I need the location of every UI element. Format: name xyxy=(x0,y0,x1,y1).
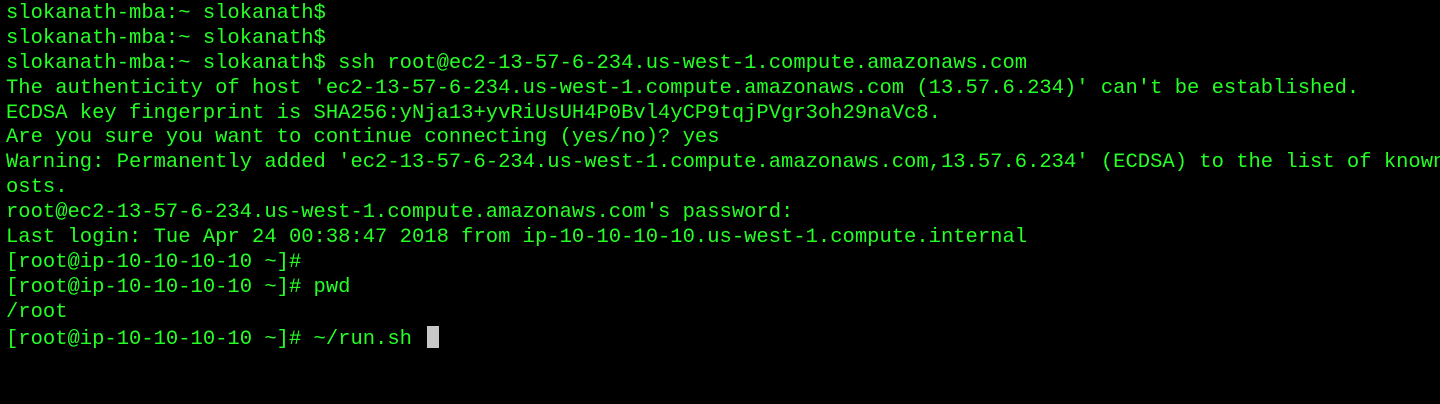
terminal-line: [root@ip-10-10-10-10 ~]# pwd xyxy=(6,275,351,299)
terminal-window[interactable]: slokanath-mba:~ slokanath$ slokanath-mba… xyxy=(0,0,1440,404)
terminal-line: [root@ip-10-10-10-10 ~]# xyxy=(6,250,302,274)
terminal-line: ECDSA key fingerprint is SHA256:yNja13+y… xyxy=(6,101,941,125)
terminal-line: Are you sure you want to continue connec… xyxy=(6,126,720,150)
terminal-current-prompt[interactable]: [root@ip-10-10-10-10 ~]# ~/run.sh xyxy=(6,328,424,351)
terminal-line: slokanath-mba:~ slokanath$ xyxy=(6,26,326,50)
terminal-input-line[interactable]: [root@ip-10-10-10-10 ~]# ~/run.sh xyxy=(6,325,1440,351)
terminal-line: osts. xyxy=(6,176,68,200)
terminal-line: Warning: Permanently added 'ec2-13-57-6-… xyxy=(6,151,1440,175)
terminal-line: The authenticity of host 'ec2-13-57-6-23… xyxy=(6,76,1360,100)
terminal-line: root@ec2-13-57-6-234.us-west-1.compute.a… xyxy=(6,201,794,225)
terminal-line: slokanath-mba:~ slokanath$ xyxy=(6,2,326,25)
terminal-line: slokanath-mba:~ slokanath$ ssh root@ec2-… xyxy=(6,51,1028,75)
terminal-cursor xyxy=(427,325,440,348)
terminal-line: /root xyxy=(6,300,68,324)
terminal-line: Last login: Tue Apr 24 00:38:47 2018 fro… xyxy=(6,226,1028,250)
